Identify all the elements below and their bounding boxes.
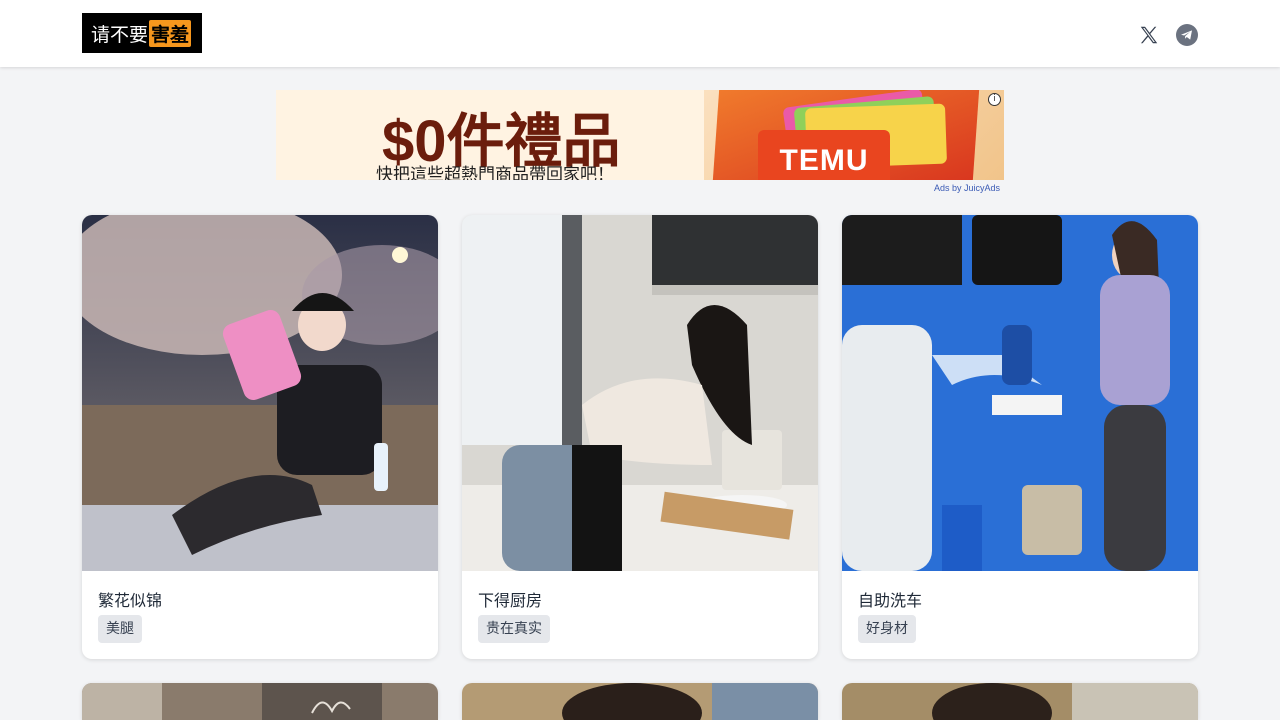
post-card[interactable]: [82, 683, 438, 720]
telegram-icon[interactable]: [1174, 22, 1200, 48]
post-card[interactable]: [842, 683, 1198, 720]
post-title[interactable]: 自助洗车: [858, 587, 922, 611]
site-logo[interactable]: 请不要 害羞: [82, 13, 202, 53]
logo-text-main: 请不要: [91, 23, 149, 46]
post-card[interactable]: 下得厨房 贵在真实: [462, 215, 818, 659]
x-twitter-icon[interactable]: [1136, 22, 1162, 48]
post-thumbnail[interactable]: [842, 215, 1198, 571]
advertisement-banner[interactable]: TEMU $0件禮品 快把這些超熱門商品帶回家吧！ i: [276, 90, 1004, 180]
post-tag[interactable]: 贵在真实: [478, 615, 550, 643]
post-thumbnail[interactable]: [82, 215, 438, 571]
ad-subline: 快把這些超熱門商品帶回家吧！: [376, 165, 614, 180]
post-title[interactable]: 繁花似锦: [98, 587, 162, 611]
site-header: 请不要 害羞: [0, 0, 1280, 67]
post-card[interactable]: [462, 683, 818, 720]
post-card[interactable]: 自助洗车 好身材: [842, 215, 1198, 659]
post-thumbnail[interactable]: [842, 683, 1198, 720]
post-thumbnail[interactable]: [82, 683, 438, 720]
post-tag[interactable]: 好身材: [858, 615, 916, 643]
ad-info-icon[interactable]: i: [988, 93, 1001, 106]
post-title[interactable]: 下得厨房: [478, 587, 542, 611]
ad-brand-logo: TEMU: [758, 130, 890, 180]
ad-credit-link[interactable]: Ads by JuicyAds: [934, 183, 1000, 193]
post-thumbnail[interactable]: [462, 215, 818, 571]
post-thumbnail[interactable]: [462, 683, 818, 720]
post-card[interactable]: 繁花似锦 美腿: [82, 215, 438, 659]
logo-text-accent: 害羞: [149, 19, 192, 47]
post-tag[interactable]: 美腿: [98, 615, 142, 643]
